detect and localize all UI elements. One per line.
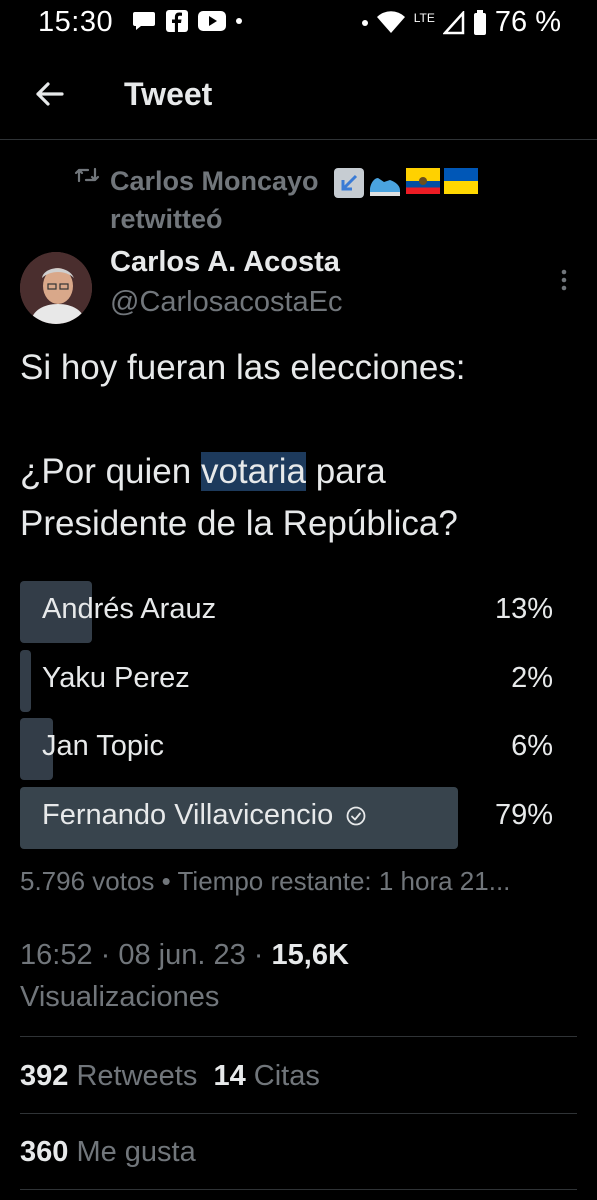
profile-emojis	[334, 167, 479, 198]
poll-option-label: Jan Topic	[42, 730, 164, 762]
notification-icons	[132, 10, 242, 32]
likes-stat[interactable]: 360 Me gusta	[20, 1136, 196, 1169]
youtube-icon	[198, 11, 226, 31]
quotes-stat[interactable]: 14 Citas	[213, 1060, 319, 1092]
retweets-quotes-stats: 392 Retweets 14 Citas	[20, 1060, 320, 1093]
back-arrow-icon[interactable]	[30, 74, 70, 114]
status-bar: 15:30 LTE 76 %	[0, 0, 597, 50]
header-divider	[0, 139, 597, 140]
poll-option-label: Yaku Perez	[42, 662, 190, 694]
retweet-icon	[74, 167, 100, 183]
retweets-stat[interactable]: 392 Retweets	[20, 1060, 197, 1092]
system-icons: LTE 76 %	[361, 6, 561, 39]
signal-icon	[442, 10, 465, 34]
retweet-action: retwitteó	[110, 204, 223, 234]
running-shoe-emoji-icon	[370, 177, 401, 196]
dot-icon	[236, 18, 242, 24]
author-name[interactable]: Carlos A. Acosta	[110, 246, 340, 279]
tweet-question: ¿Por quien votaria para	[20, 452, 386, 491]
poll-option-label: Fernando Villavicencio	[42, 799, 367, 832]
tweet-timestamp: 16:52 · 08 jun. 23 · 15,6K Visualizacion…	[20, 934, 349, 1018]
network-label: LTE	[413, 10, 435, 25]
views-label[interactable]: Visualizaciones	[20, 981, 219, 1013]
poll-option-label: Andrés Arauz	[42, 593, 217, 625]
poll-option-percent: 6%	[511, 730, 553, 762]
retweeter-name[interactable]: Carlos Moncayo	[110, 166, 319, 196]
tweet-line: Si hoy fueran las elecciones:	[20, 348, 466, 387]
poll-option-winner: Fernando Villavicencio 79%	[20, 787, 575, 849]
poll-option-percent: 2%	[511, 662, 553, 694]
poll-option: Andrés Arauz 13%	[20, 581, 575, 643]
poll-option: Jan Topic 6%	[20, 718, 575, 780]
author-handle[interactable]: @CarlosacostaEc	[110, 286, 343, 319]
time-date: 16:52 · 08 jun. 23 ·	[20, 939, 272, 971]
poll-option-percent: 13%	[494, 593, 553, 625]
views-count[interactable]: 15,6K	[272, 939, 349, 971]
highlighted-word: votaria	[200, 452, 306, 491]
retweet-attribution[interactable]: Carlos Moncayo retwitteó	[110, 162, 479, 238]
tweet-text: Si hoy fueran las elecciones: ¿Por quien…	[20, 342, 580, 550]
dot-icon	[361, 19, 368, 26]
chat-bubble-icon	[133, 12, 155, 30]
tweet-line: Presidente de la República?	[20, 504, 458, 543]
page-title: Tweet	[124, 76, 213, 112]
battery-icon	[473, 9, 486, 35]
status-time: 15:30	[38, 6, 114, 38]
avatar[interactable]	[20, 252, 92, 324]
check-circle-icon	[346, 806, 366, 826]
stats-divider	[20, 1113, 577, 1114]
poll-bar	[20, 650, 32, 712]
more-options-icon[interactable]	[560, 268, 568, 292]
ukraine-flag-icon	[444, 167, 479, 194]
facebook-icon	[166, 10, 188, 32]
poll-option: Yaku Perez 2%	[20, 650, 575, 712]
poll-meta: 5.796 votos • Tiempo restante: 1 hora 21…	[20, 866, 511, 896]
stats-divider	[20, 1189, 577, 1190]
avatar-photo	[20, 252, 92, 324]
ecuador-flag-icon	[406, 167, 441, 194]
poll-option-percent: 79%	[494, 799, 553, 831]
arrow-down-left-emoji-icon	[334, 167, 365, 198]
wifi-icon	[376, 10, 405, 33]
battery-percent: 76 %	[494, 6, 561, 38]
stats-divider	[20, 1036, 577, 1037]
